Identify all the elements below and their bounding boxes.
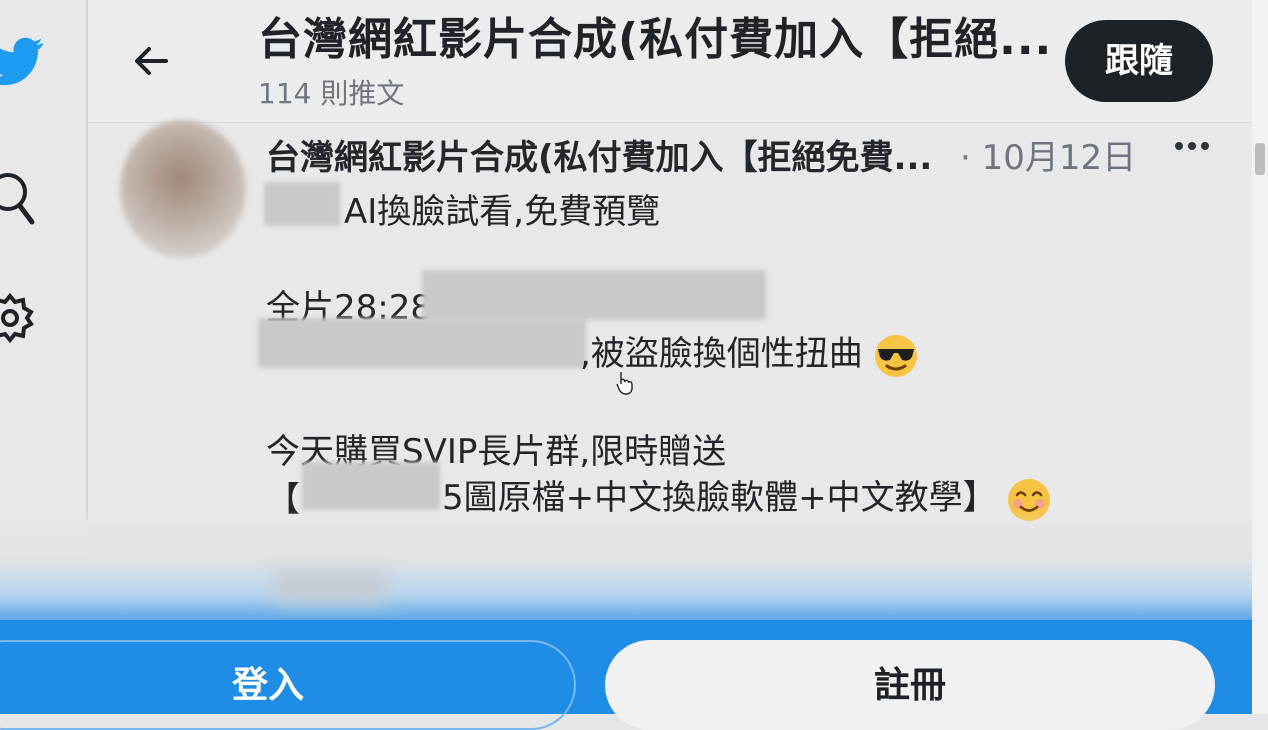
tweet-date[interactable]: · 10月12日 bbox=[960, 130, 1136, 179]
redacted-block bbox=[302, 462, 440, 510]
follow-button[interactable]: 跟隨 bbox=[1065, 20, 1213, 102]
scrollbar-thumb[interactable] bbox=[1255, 143, 1265, 175]
page-title: 台灣網紅影片合成(私付費加入【拒絕... bbox=[258, 14, 1053, 65]
bottom-fade bbox=[0, 510, 1268, 630]
scrollbar-track[interactable] bbox=[1252, 0, 1268, 714]
redacted-block bbox=[258, 318, 586, 368]
redacted-block bbox=[422, 270, 766, 320]
search-icon[interactable] bbox=[0, 166, 36, 228]
login-button[interactable]: 登入 bbox=[0, 640, 576, 730]
post-count: 114 則推文 bbox=[258, 77, 405, 110]
blurred-content bbox=[270, 572, 390, 602]
tweet-author-name[interactable]: 台灣網紅影片合成(私付費加入【拒絕免費... bbox=[266, 130, 932, 179]
gear-icon[interactable] bbox=[0, 288, 36, 348]
signup-button[interactable]: 註冊 bbox=[605, 640, 1215, 730]
tweet-line-3-text: ,被盜臉換個性扭曲 bbox=[580, 334, 863, 374]
hand-cursor-icon bbox=[616, 372, 633, 395]
redacted-block bbox=[264, 182, 340, 226]
twitter-bird-icon[interactable] bbox=[0, 28, 44, 94]
more-icon[interactable] bbox=[1174, 140, 1210, 152]
avatar[interactable] bbox=[120, 120, 246, 258]
tweet-line-1: AI換臉試看,免費預覽 bbox=[344, 192, 661, 232]
sunglasses-emoji-icon bbox=[874, 334, 917, 377]
back-arrow-icon[interactable] bbox=[132, 42, 170, 80]
